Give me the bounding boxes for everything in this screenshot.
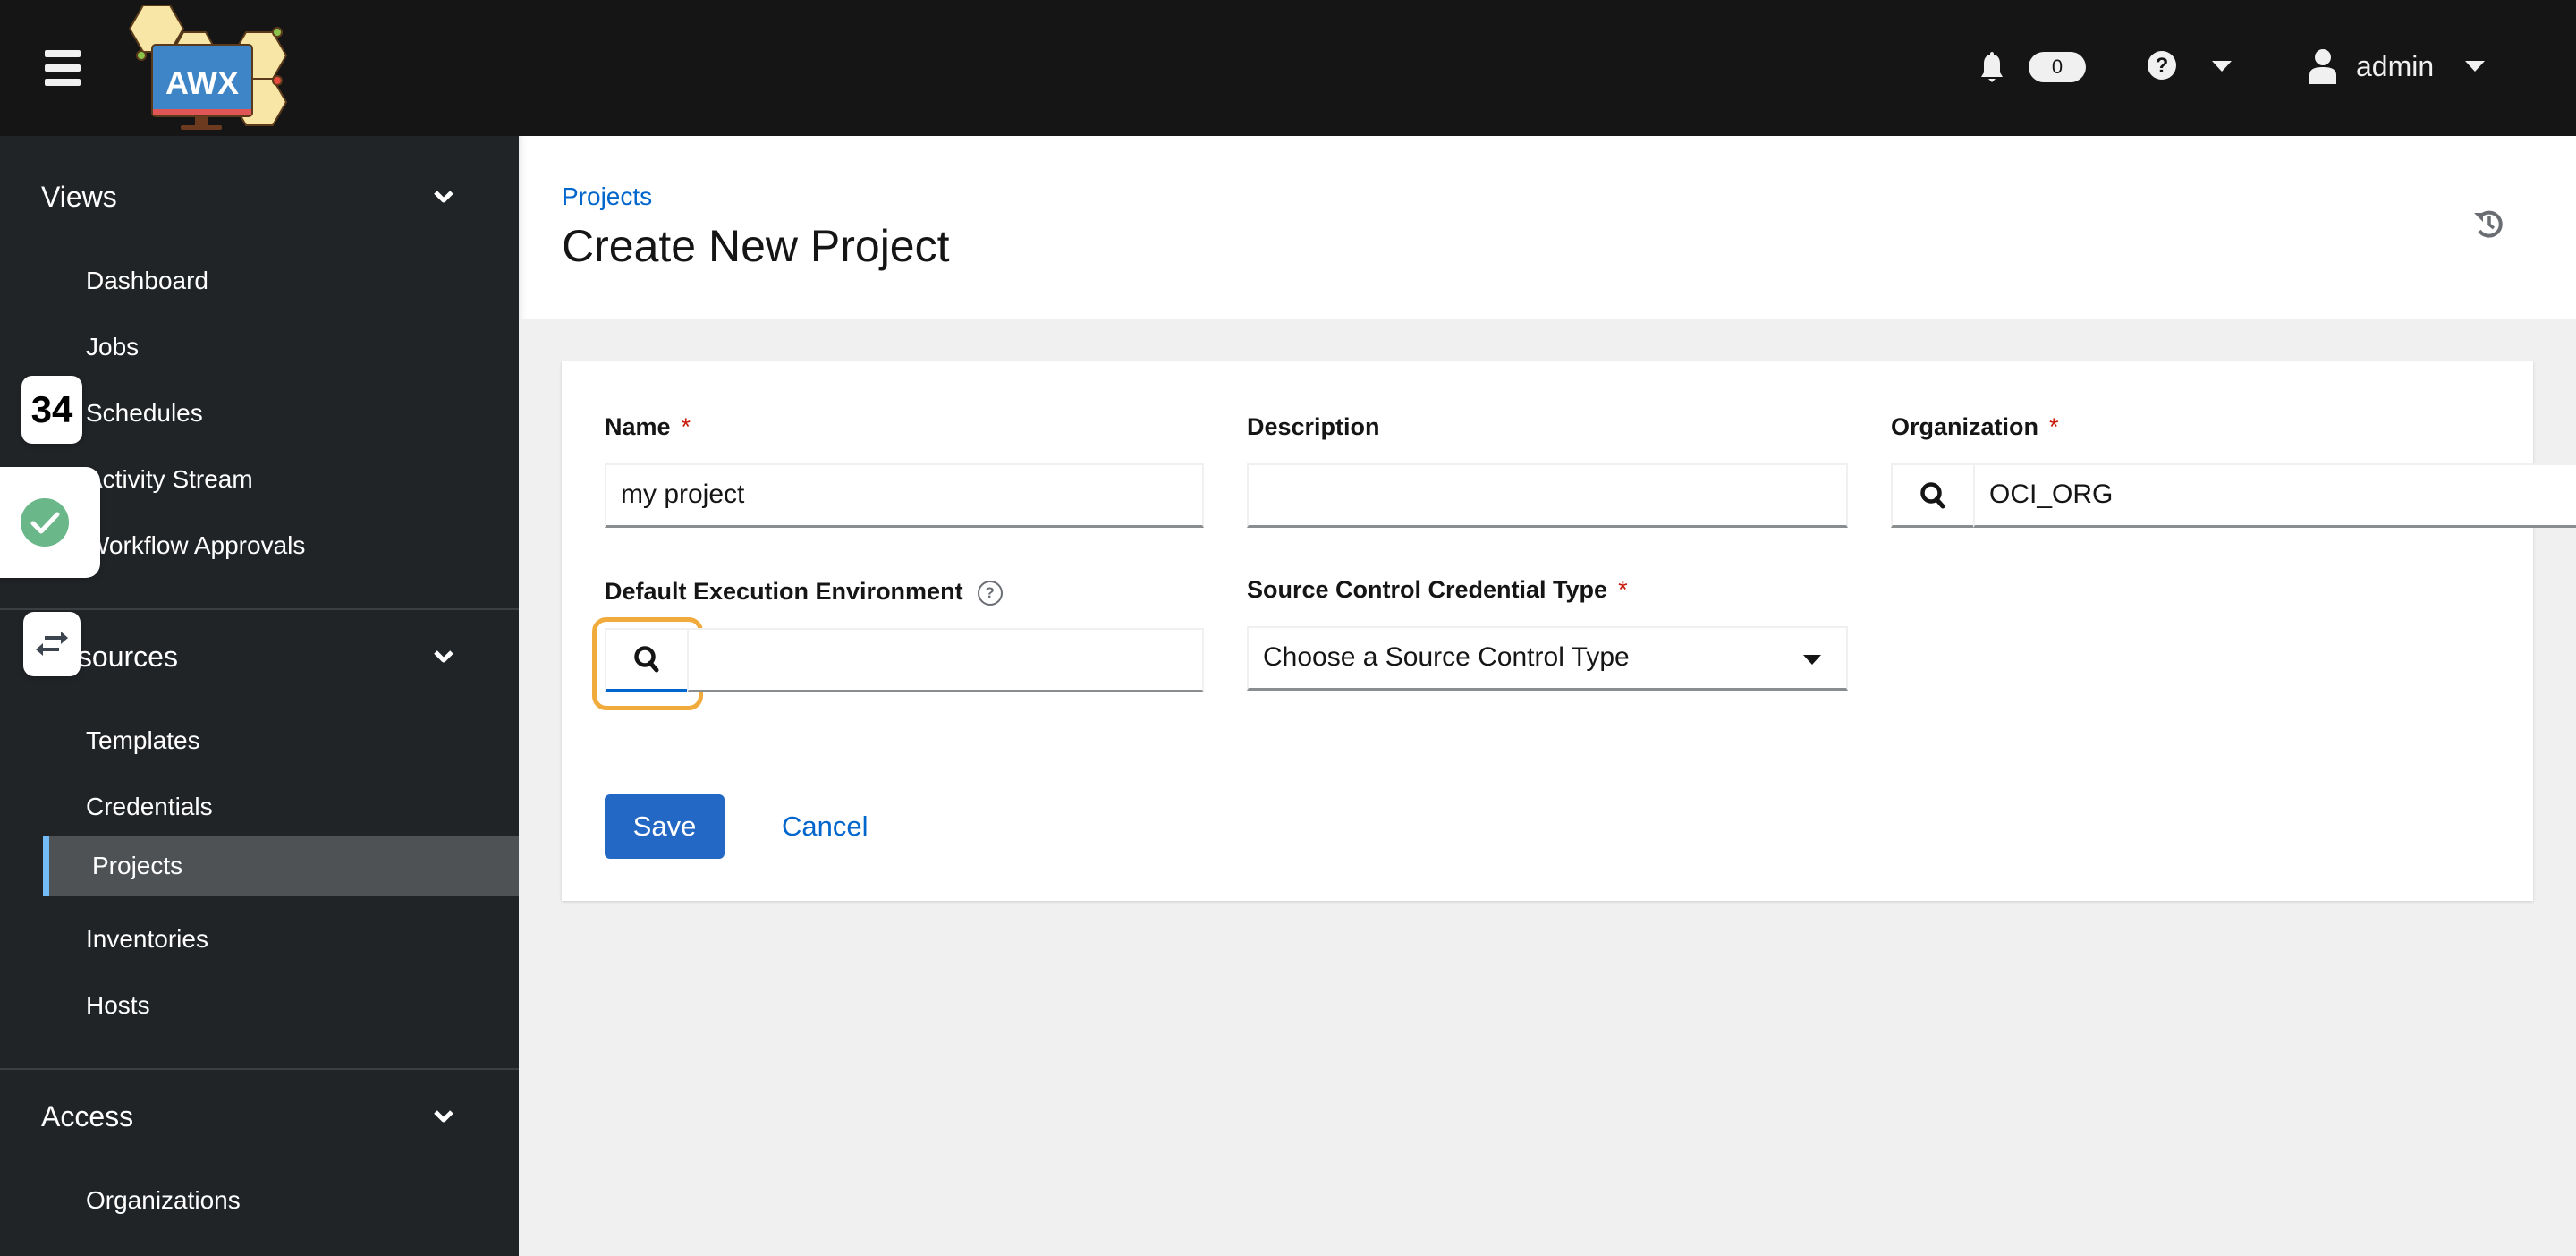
sidebar-item-hosts[interactable]: Hosts: [0, 975, 519, 1036]
sidebar-item-credentials[interactable]: Credentials: [0, 777, 519, 837]
chevron-down-icon[interactable]: [433, 186, 454, 208]
project-form-card: Name * my project Description Organizatio…: [562, 361, 2576, 901]
organization-lookup-button[interactable]: [1891, 463, 1975, 528]
history-icon[interactable]: [2472, 208, 2504, 240]
nav-divider: [0, 608, 519, 610]
svg-text:?: ?: [2156, 54, 2169, 78]
user-icon[interactable]: [2308, 48, 2338, 84]
scm-type-label: Source Control Credential Type *: [1247, 576, 1628, 603]
help-icon[interactable]: ?: [977, 580, 1003, 606]
swap-arrows-icon: [36, 632, 68, 656]
search-icon: [1920, 481, 1945, 508]
top-bar: AWX 0 ? admin: [0, 0, 2576, 136]
required-indicator: *: [1618, 576, 1628, 603]
sidebar-item-organizations[interactable]: Organizations: [0, 1170, 519, 1231]
execution-environment-lookup-button[interactable]: [605, 628, 689, 692]
required-indicator: *: [2049, 413, 2059, 440]
counter-badge[interactable]: 34: [21, 376, 82, 444]
counter-badge-value: 34: [30, 388, 73, 430]
check-circle-icon: [21, 498, 69, 547]
swap-badge[interactable]: [23, 612, 80, 676]
help-caret-down-icon[interactable]: [2212, 61, 2232, 72]
sidebar-item-inventories[interactable]: Inventories: [0, 909, 519, 970]
name-input[interactable]: my project: [605, 463, 1204, 528]
status-check-badge[interactable]: [0, 467, 100, 578]
breadcrumb-projects[interactable]: Projects: [562, 182, 652, 211]
description-label: Description: [1247, 413, 1380, 440]
caret-down-icon: [1803, 655, 1821, 665]
chevron-down-icon[interactable]: [433, 646, 454, 667]
sidebar-item-dashboard[interactable]: Dashboard: [0, 250, 519, 311]
required-indicator: *: [681, 413, 691, 440]
user-caret-down-icon[interactable]: [2465, 61, 2485, 72]
sidebar-item-templates[interactable]: Templates: [0, 710, 519, 771]
execution-environment-label: Default Execution Environment?: [605, 578, 1003, 606]
nav-divider: [0, 1068, 519, 1070]
scm-type-selected: Choose a Source Control Type: [1263, 642, 1630, 672]
question-circle-icon[interactable]: ?: [2147, 50, 2177, 81]
sidebar-item-jobs[interactable]: Jobs: [0, 317, 519, 378]
nav-group-access[interactable]: Access: [41, 1099, 133, 1134]
description-input[interactable]: [1247, 463, 1848, 528]
cancel-button[interactable]: Cancel: [764, 794, 886, 859]
username-label[interactable]: admin: [2356, 47, 2434, 86]
execution-environment-input[interactable]: [687, 628, 1204, 692]
scm-type-select[interactable]: Choose a Source Control Type: [1247, 626, 1848, 691]
organization-input[interactable]: OCI_ORG: [1973, 463, 2576, 528]
chevron-down-icon[interactable]: [433, 1106, 454, 1127]
bell-icon[interactable]: [1980, 50, 2004, 86]
sidebar-item-projects[interactable]: Projects: [43, 836, 519, 896]
save-button[interactable]: Save: [605, 794, 724, 859]
hamburger-menu-icon[interactable]: [45, 50, 80, 86]
name-label: Name *: [605, 413, 691, 440]
search-icon: [634, 646, 659, 673]
sidebar-nav: Views Dashboard Jobs Schedules Activity …: [0, 136, 519, 1256]
nav-group-views[interactable]: Views: [41, 179, 117, 215]
awx-logo[interactable]: AWX: [125, 5, 304, 131]
notification-count-badge[interactable]: 0: [2029, 52, 2086, 82]
page-title: Create New Project: [562, 221, 950, 271]
page-header: Projects Create New Project: [519, 136, 2576, 319]
logo-text: AWX: [165, 64, 239, 101]
organization-label: Organization *: [1891, 413, 2059, 440]
